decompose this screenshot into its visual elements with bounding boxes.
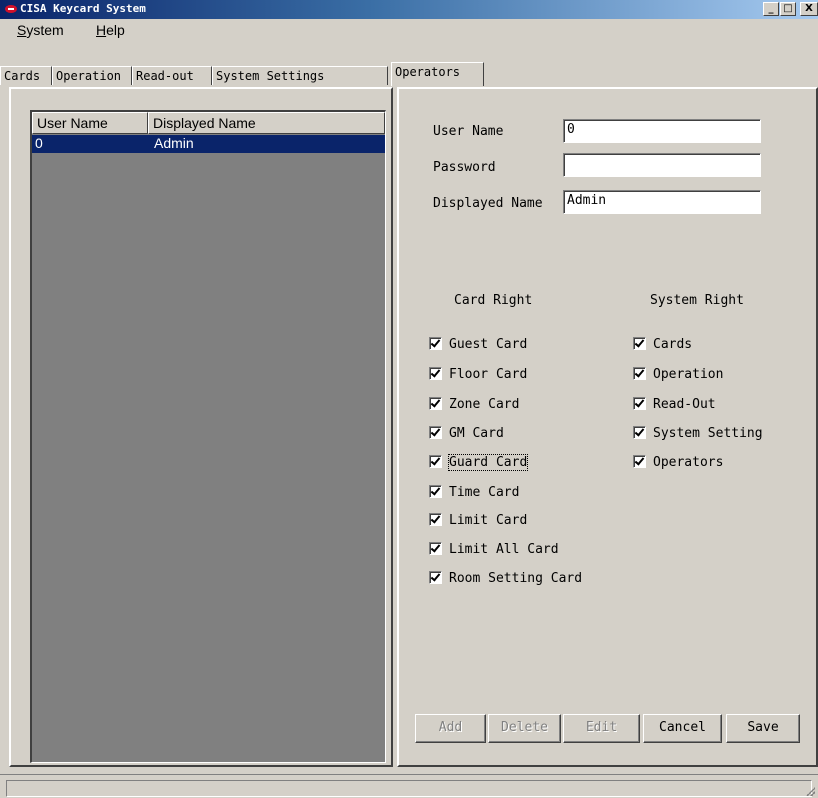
checkbox-label: Zone Card (449, 397, 520, 412)
title-bar[interactable]: CISA Keycard System _ □ X (0, 0, 818, 19)
checkbox-label: Limit Card (449, 513, 528, 528)
status-bar (0, 774, 818, 798)
limit-all-card-checkbox[interactable]: Limit All Card (429, 542, 559, 560)
menu-bar: System Help (0, 19, 818, 41)
check-icon (633, 367, 646, 380)
password-field[interactable] (563, 153, 761, 177)
menu-system-accel: S (17, 22, 27, 38)
displayed-name-field[interactable]: Admin (563, 190, 761, 214)
time-card-checkbox[interactable]: Time Card (429, 485, 519, 503)
check-icon (429, 542, 442, 555)
zone-card-checkbox[interactable]: Zone Card (429, 397, 519, 415)
guest-card-checkbox[interactable]: Guest Card (429, 337, 527, 355)
column-header-displayed-name[interactable]: Displayed Name (148, 112, 385, 134)
checkbox-label: Cards (653, 337, 693, 352)
check-icon (633, 397, 646, 410)
edit-button[interactable]: Edit (563, 714, 640, 743)
checkbox-label: Room Setting Card (449, 571, 583, 586)
check-icon (429, 455, 442, 468)
app-logo-icon (5, 5, 17, 13)
delete-button[interactable]: Delete (488, 714, 561, 743)
save-button[interactable]: Save (726, 714, 800, 743)
user-name-field[interactable]: 0 (563, 119, 761, 143)
limit-card-checkbox[interactable]: Limit Card (429, 513, 527, 531)
guard-card-checkbox[interactable]: Guard Card (429, 454, 529, 473)
operators-list[interactable]: User Name Displayed Name 0 Admin (30, 110, 386, 763)
cell-user-name: 0 (35, 135, 43, 151)
close-button[interactable]: X (800, 2, 818, 16)
menu-system-rest: ystem (26, 22, 64, 38)
floor-card-checkbox[interactable]: Floor Card (429, 367, 527, 385)
check-icon (429, 513, 442, 526)
tab-system-settings[interactable]: System Settings (212, 66, 388, 85)
resize-grip-icon[interactable] (805, 786, 815, 796)
checkbox-label: Read-Out (653, 397, 716, 412)
add-button[interactable]: Add (415, 714, 486, 743)
checkbox-label: Limit All Card (449, 542, 559, 557)
checkbox-label: Guard Card (447, 454, 529, 471)
maximize-button[interactable]: □ (780, 2, 796, 16)
check-icon (429, 571, 442, 584)
window-title: CISA Keycard System (20, 2, 146, 15)
checkbox-label: Operation (653, 367, 724, 382)
table-row[interactable]: 0 Admin (32, 135, 385, 153)
card-right-heading: Card Right (454, 293, 533, 308)
password-label: Password (433, 160, 496, 175)
system-setting-right-checkbox[interactable]: System Setting (633, 426, 763, 444)
operators-right-checkbox[interactable]: Operators (633, 455, 723, 473)
status-panel (6, 780, 812, 797)
tab-operators[interactable]: Operators (391, 62, 484, 86)
room-setting-card-checkbox[interactable]: Room Setting Card (429, 571, 582, 589)
minimize-button[interactable]: _ (763, 2, 779, 16)
menu-help-rest: elp (106, 22, 125, 38)
check-icon (429, 397, 442, 410)
check-icon (633, 455, 646, 468)
checkbox-label: System Setting (653, 426, 763, 441)
checkbox-label: Floor Card (449, 367, 528, 382)
read-out-right-checkbox[interactable]: Read-Out (633, 397, 716, 415)
check-icon (633, 337, 646, 350)
cell-displayed-name: Admin (154, 135, 194, 151)
checkbox-label: Time Card (449, 485, 520, 500)
check-icon (429, 337, 442, 350)
menu-help[interactable]: Help (96, 22, 125, 38)
cancel-button[interactable]: Cancel (643, 714, 722, 743)
checkbox-label: Operators (653, 455, 724, 470)
check-icon (429, 426, 442, 439)
checkbox-label: GM Card (449, 426, 504, 441)
cards-right-checkbox[interactable]: Cards (633, 337, 692, 355)
user-name-label: User Name (433, 124, 504, 139)
tab-read-out[interactable]: Read-out (132, 66, 212, 85)
displayed-name-label: Displayed Name (433, 196, 543, 211)
menu-system[interactable]: System (17, 22, 64, 38)
check-icon (633, 426, 646, 439)
tab-operation[interactable]: Operation (52, 66, 132, 85)
column-header-user-name[interactable]: User Name (32, 112, 148, 134)
gm-card-checkbox[interactable]: GM Card (429, 426, 504, 444)
system-right-heading: System Right (650, 293, 744, 308)
operation-right-checkbox[interactable]: Operation (633, 367, 723, 385)
tab-cards[interactable]: Cards (0, 66, 52, 85)
checkbox-label: Guest Card (449, 337, 528, 352)
check-icon (429, 485, 442, 498)
check-icon (429, 367, 442, 380)
menu-help-accel: H (96, 22, 107, 38)
